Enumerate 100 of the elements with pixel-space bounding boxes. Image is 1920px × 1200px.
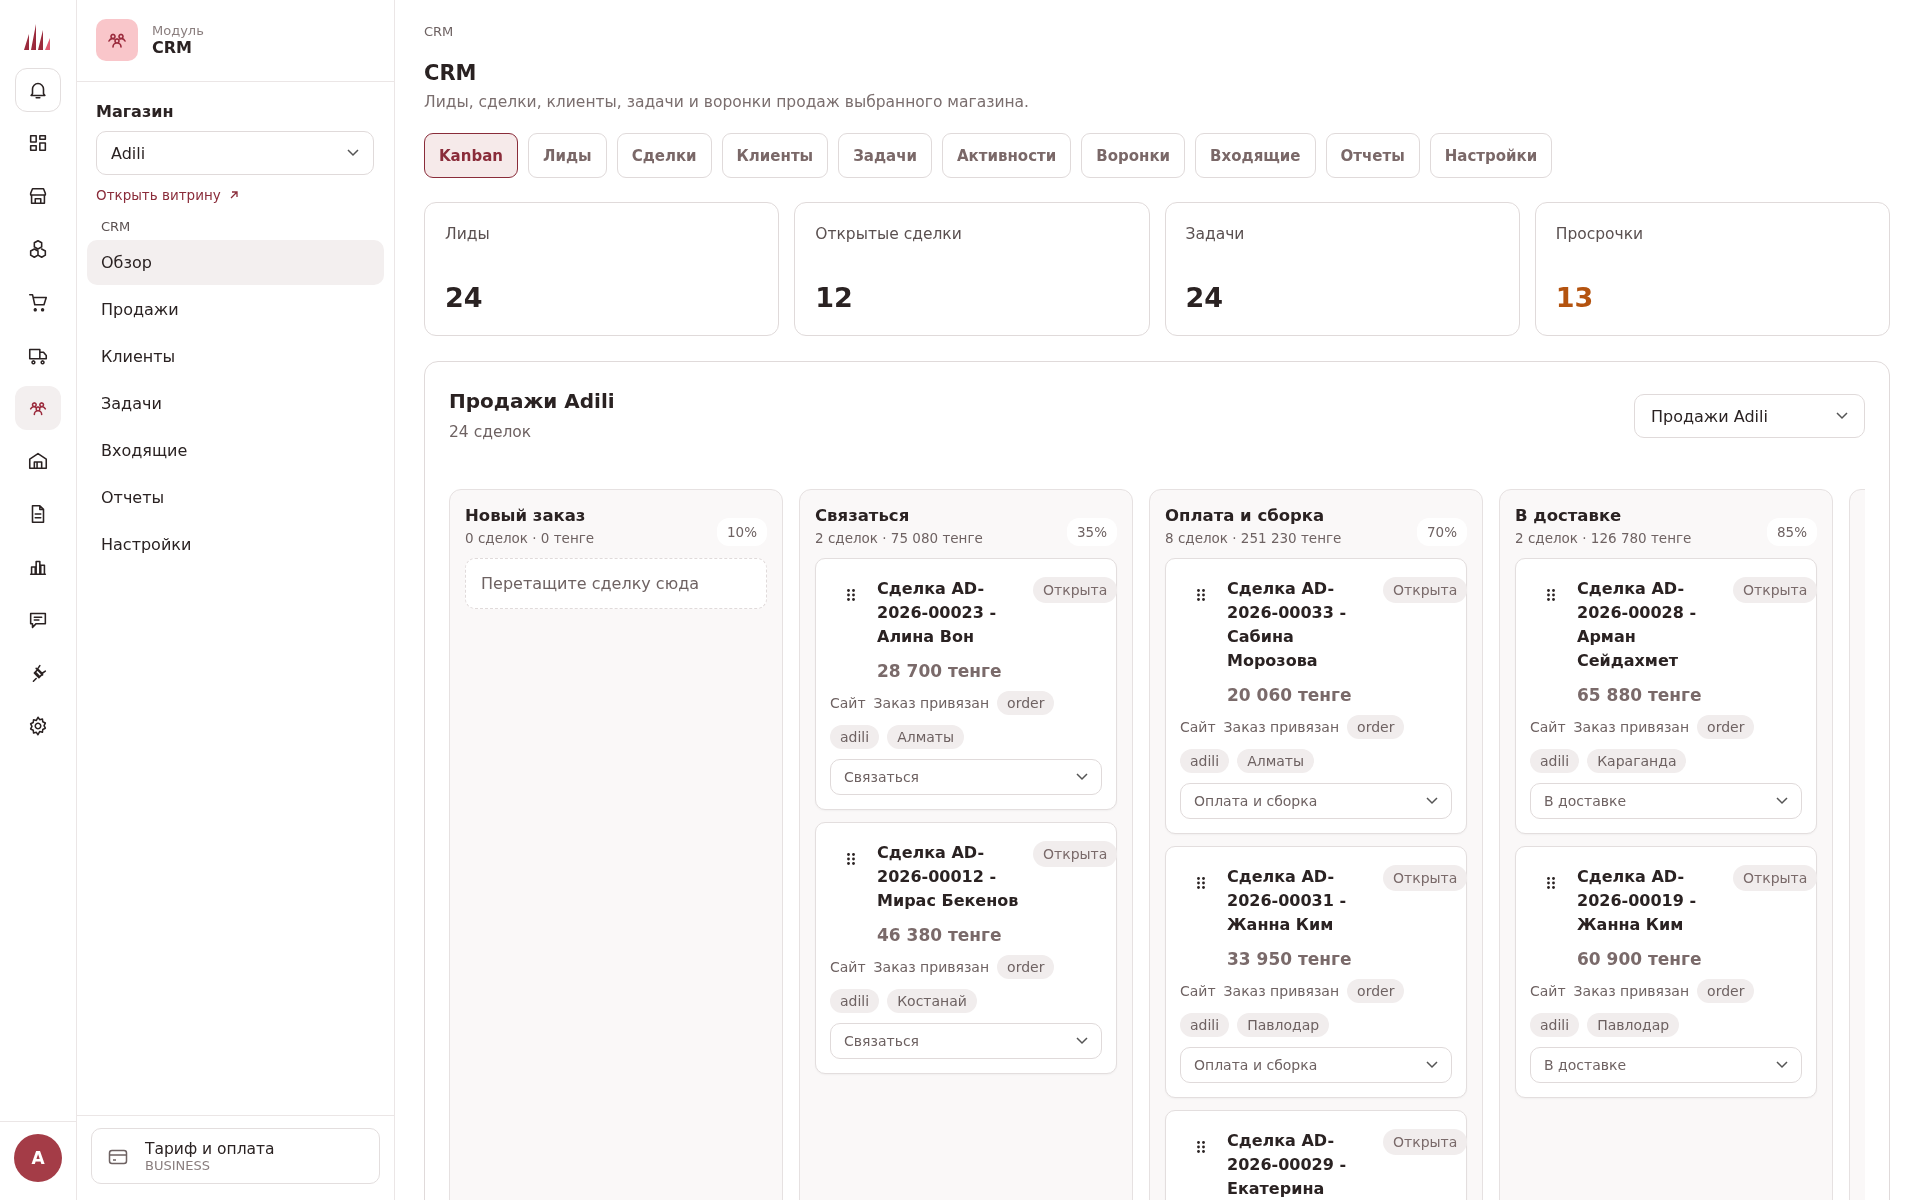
drag-handle-icon[interactable] (847, 853, 855, 865)
cart-icon (27, 291, 49, 313)
billing-title: Тариф и оплата (145, 1140, 275, 1158)
tab[interactable]: Сделки (616, 133, 712, 178)
tag: order (997, 691, 1055, 715)
deal-title: Сделка AD-2026-00023 - Алина Вон (877, 578, 998, 648)
tab[interactable]: Отчеты (1325, 133, 1420, 178)
deal-title: Сделка AD-2026-00028 - Арман Сейдахмет (1577, 578, 1698, 672)
pipeline-select[interactable]: Продажи Adili (1634, 394, 1865, 438)
order-note: Заказ привязан (873, 959, 990, 975)
tab[interactable]: Настройки (1429, 133, 1553, 178)
status-badge: Открыта (1383, 865, 1468, 891)
drag-handle-icon[interactable] (1197, 1141, 1205, 1153)
deal-card[interactable]: Сделка AD-2026-00028 - Арман Сейдахмет 65 880 тенге Открыта Сайт Заказ привязан order adili Караганда В доставке (1515, 558, 1817, 834)
deal-amount: 28 700 тенге (877, 661, 1003, 681)
tag: adili (1180, 1013, 1230, 1037)
deal-card[interactable]: Сделка AD-2026-00033 - Сабина Морозова 20 060 тенге Открыта Сайт Заказ привязан order adili Алматы Оплата и сборка (1165, 558, 1467, 834)
tag: adili (830, 989, 880, 1013)
tag: adili (1180, 749, 1230, 773)
column-summary: 2 сделок · 126 780 тенге (1515, 530, 1692, 546)
stage-select[interactable]: Оплата и сборка (1180, 1047, 1452, 1083)
chevron-down-icon (347, 149, 359, 157)
tag: Алматы (887, 725, 964, 749)
chevron-down-icon (1426, 797, 1438, 805)
status-badge: Открыта (1733, 865, 1818, 891)
tab[interactable]: Активности (942, 133, 1072, 178)
stat-value: 13 (1555, 282, 1595, 313)
tag: order (997, 955, 1055, 979)
stat-label: Просрочки (1555, 225, 1645, 243)
probability-badge: 10% (717, 518, 767, 546)
tag: adili (1530, 1013, 1580, 1037)
chevron-down-icon (1076, 1037, 1088, 1045)
stage-select[interactable]: В доставке (1530, 783, 1802, 819)
deal-card[interactable]: Сделка AD-2026-00012 - Мирас Бекенов 46 380 тенге Открыта Сайт Заказ привязан order adili Костанай Связаться (815, 822, 1117, 1074)
nav-item[interactable]: Клиенты (87, 334, 384, 379)
people-icon (96, 19, 138, 61)
order-note: Заказ привязан (873, 695, 990, 711)
stage-select[interactable]: Связаться (830, 759, 1102, 795)
stage-select[interactable]: Оплата и сборка (1180, 783, 1452, 819)
deal-amount: 33 950 тенге (1227, 949, 1353, 969)
billing-card[interactable]: Тариф и оплата BUSINESS (91, 1128, 380, 1184)
boxes-icon (27, 238, 49, 260)
deal-amount: 60 900 тенге (1577, 949, 1703, 969)
tab[interactable]: Лиды (527, 133, 607, 178)
probability-badge: 70% (1417, 518, 1467, 546)
drag-handle-icon[interactable] (1197, 589, 1205, 601)
tab[interactable]: Клиенты (721, 133, 829, 178)
settings-icon (27, 715, 49, 737)
nav-item[interactable]: Отчеты (87, 475, 384, 520)
store-select[interactable]: Adili (96, 131, 374, 175)
deal-amount: 20 060 тенге (1227, 685, 1353, 705)
plan-name: BUSINESS (145, 1158, 211, 1173)
drag-handle-icon[interactable] (1547, 589, 1555, 601)
column-summary: 2 сделок · 75 080 тенге (815, 530, 983, 546)
nav-item[interactable]: Настройки (87, 522, 384, 567)
pipeline-title: Продажи Adili (449, 389, 615, 413)
stage-select[interactable]: Связаться (830, 1023, 1102, 1059)
section-label: CRM (101, 219, 132, 234)
chevron-down-icon (1776, 797, 1788, 805)
deal-title: Сделка AD-2026-00031 - Жанна Ким (1227, 866, 1348, 936)
source-text: Сайт (1180, 983, 1216, 999)
nav-item[interactable]: Задачи (87, 381, 384, 426)
deal-title: Сделка AD-2026-00029 - Екатерина (1227, 1130, 1348, 1200)
tag: Алматы (1237, 749, 1314, 773)
stage-select[interactable]: В доставке (1530, 1047, 1802, 1083)
user-avatar[interactable]: A (14, 1134, 62, 1182)
tab[interactable]: Kanban (424, 133, 518, 178)
probability-badge: 85% (1767, 518, 1817, 546)
status-badge: Открыта (1033, 577, 1118, 603)
order-note: Заказ привязан (1573, 719, 1690, 735)
tag: Павлодар (1587, 1013, 1680, 1037)
source-text: Сайт (830, 959, 866, 975)
deal-count: 24 сделок (449, 423, 533, 441)
column-title: Оплата и сборка (1165, 506, 1326, 525)
drag-handle-icon[interactable] (1547, 877, 1555, 889)
nav-item[interactable]: Обзор (87, 240, 384, 285)
deal-title: Сделка AD-2026-00019 - Жанна Ким (1577, 866, 1698, 936)
page-subtitle: Лиды, сделки, клиенты, задачи и воронки продаж выбранного магазина. (424, 93, 1031, 111)
chevron-down-icon (1076, 773, 1088, 781)
storefront-link[interactable]: Открыть витрину (96, 187, 384, 203)
tab[interactable]: Воронки (1081, 133, 1186, 178)
column-summary: 8 сделок · 251 230 тенге (1165, 530, 1342, 546)
deal-card[interactable]: Сделка AD-2026-00031 - Жанна Ким 33 950 тенге Открыта Сайт Заказ привязан order adili Павлодар Оплата и сборка (1165, 846, 1467, 1098)
nav-item[interactable]: Продажи (87, 287, 384, 332)
tag: order (1347, 979, 1405, 1003)
tab[interactable]: Входящие (1195, 133, 1316, 178)
drag-handle-icon[interactable] (1197, 877, 1205, 889)
order-note: Заказ привязан (1223, 719, 1340, 735)
deal-card[interactable]: Сделка AD-2026-00029 - Екатерина Открыта (1165, 1110, 1467, 1200)
module-label: Модуль (152, 23, 204, 38)
nav-item[interactable]: Входящие (87, 428, 384, 473)
column-title: Связаться (815, 506, 911, 525)
deal-card[interactable]: Сделка AD-2026-00019 - Жанна Ким 60 900 тенге Открыта Сайт Заказ привязан order adili Павлодар В доставке (1515, 846, 1817, 1098)
tag: Павлодар (1237, 1013, 1330, 1037)
drag-handle-icon[interactable] (847, 589, 855, 601)
people-button[interactable] (15, 386, 61, 430)
tab[interactable]: Задачи (838, 133, 932, 178)
deal-card[interactable]: Сделка AD-2026-00023 - Алина Вон 28 700 тенге Открыта Сайт Заказ привязан order adili Алматы Связаться (815, 558, 1117, 810)
tag: adili (830, 725, 880, 749)
bell-button[interactable] (15, 68, 61, 112)
